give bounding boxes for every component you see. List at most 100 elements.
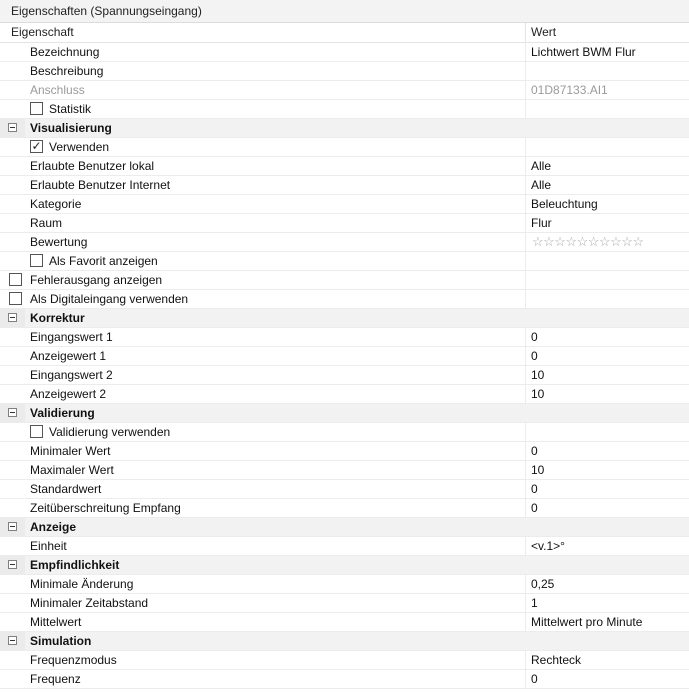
- property-grid-header: Eigenschaft Wert: [0, 23, 689, 43]
- property-value[interactable]: Lichtwert BWM Flur: [531, 43, 636, 61]
- property-value[interactable]: 0: [531, 499, 538, 517]
- property-row-anschluss: Anschluss 01D87133.AI1: [0, 81, 689, 100]
- property-value: 01D87133.AI1: [531, 83, 608, 97]
- digitaleingang-checkbox[interactable]: [9, 292, 22, 305]
- property-label: Frequenzmodus: [30, 653, 117, 667]
- property-label: Kategorie: [30, 197, 82, 211]
- property-label: Bewertung: [30, 235, 88, 249]
- property-value[interactable]: 0: [531, 347, 538, 365]
- collapse-icon[interactable]: [8, 123, 17, 132]
- property-row-frequenz[interactable]: Frequenz 0: [0, 670, 689, 689]
- property-value[interactable]: Alle: [531, 176, 551, 194]
- property-row-kategorie[interactable]: Kategorie Beleuchtung: [0, 195, 689, 214]
- property-value[interactable]: 10: [531, 385, 544, 403]
- collapse-icon[interactable]: [8, 522, 17, 531]
- property-row-anzeigewert1[interactable]: Anzeigewert 1 0: [0, 347, 689, 366]
- property-label: Zeitüberschreitung Empfang: [30, 501, 181, 515]
- category-visualisierung[interactable]: Visualisierung: [0, 119, 689, 138]
- favorit-checkbox[interactable]: [30, 254, 43, 267]
- property-row-anzeigewert2[interactable]: Anzeigewert 2 10: [0, 385, 689, 404]
- validierung-checkbox[interactable]: [30, 425, 43, 438]
- property-row-beschreibung[interactable]: Beschreibung: [0, 62, 689, 81]
- property-label: Eingangswert 2: [30, 368, 113, 382]
- property-label: Anzeigewert 2: [30, 387, 107, 401]
- property-value[interactable]: 0,25: [531, 575, 554, 593]
- category-simulation[interactable]: Simulation: [0, 632, 689, 651]
- property-row-minimaler-zeitabstand[interactable]: Minimaler Zeitabstand 1: [0, 594, 689, 613]
- statistik-checkbox[interactable]: [30, 102, 43, 115]
- property-row-minimaler-wert[interactable]: Minimaler Wert 0: [0, 442, 689, 461]
- panel-title: Eigenschaften (Spannungseingang): [0, 0, 689, 23]
- property-label: Anschluss: [30, 83, 85, 97]
- collapse-icon[interactable]: [8, 408, 17, 417]
- property-row-bezeichnung[interactable]: Bezeichnung Lichtwert BWM Flur: [0, 43, 689, 62]
- property-row-mittelwert[interactable]: Mittelwert Mittelwert pro Minute: [0, 613, 689, 632]
- rating-stars-icon[interactable]: ☆☆☆☆☆☆☆☆☆☆: [532, 233, 644, 251]
- category-label: Simulation: [30, 634, 92, 648]
- property-label: Bezeichnung: [30, 45, 100, 59]
- property-label: Frequenz: [30, 672, 81, 686]
- category-anzeige[interactable]: Anzeige: [0, 518, 689, 537]
- property-row-eingangswert1[interactable]: Eingangswert 1 0: [0, 328, 689, 347]
- property-row-benutzer-internet[interactable]: Erlaubte Benutzer Internet Alle: [0, 176, 689, 195]
- property-label: Erlaubte Benutzer lokal: [30, 159, 155, 173]
- property-row-minimale-aenderung[interactable]: Minimale Änderung 0,25: [0, 575, 689, 594]
- column-header-value[interactable]: Wert: [531, 23, 556, 42]
- property-label: Als Favorit anzeigen: [49, 254, 158, 268]
- verwenden-checkbox[interactable]: ✓: [30, 140, 43, 153]
- collapse-icon[interactable]: [8, 560, 17, 569]
- property-row-standardwert[interactable]: Standardwert 0: [0, 480, 689, 499]
- property-label: Mittelwert: [30, 615, 82, 629]
- property-label: Minimaler Wert: [30, 444, 111, 458]
- category-validierung[interactable]: Validierung: [0, 404, 689, 423]
- category-label: Anzeige: [30, 520, 77, 534]
- property-row-benutzer-lokal[interactable]: Erlaubte Benutzer lokal Alle: [0, 157, 689, 176]
- property-row-verwenden[interactable]: ✓ Verwenden: [0, 138, 689, 157]
- property-label: Validierung verwenden: [49, 425, 171, 439]
- fehlerausgang-checkbox[interactable]: [9, 273, 22, 286]
- property-label: Erlaubte Benutzer Internet: [30, 178, 171, 192]
- collapse-icon[interactable]: [8, 636, 17, 645]
- property-value[interactable]: 0: [531, 442, 538, 460]
- category-label: Korrektur: [30, 311, 85, 325]
- property-row-fehlerausgang[interactable]: Fehlerausgang anzeigen: [0, 271, 689, 290]
- property-label: Einheit: [30, 539, 67, 553]
- property-label: Eingangswert 1: [30, 330, 113, 344]
- property-row-raum[interactable]: Raum Flur: [0, 214, 689, 233]
- category-empfindlichkeit[interactable]: Empfindlichkeit: [0, 556, 689, 575]
- property-row-validierung-verwenden[interactable]: Validierung verwenden: [0, 423, 689, 442]
- property-label: Verwenden: [49, 140, 110, 154]
- property-value[interactable]: Beleuchtung: [531, 195, 598, 213]
- property-value[interactable]: 0: [531, 328, 538, 346]
- property-row-eingangswert2[interactable]: Eingangswert 2 10: [0, 366, 689, 385]
- property-value[interactable]: Mittelwert pro Minute: [531, 613, 642, 631]
- property-label: Standardwert: [30, 482, 102, 496]
- property-value[interactable]: Flur: [531, 214, 552, 232]
- property-value[interactable]: Alle: [531, 157, 551, 175]
- property-value[interactable]: Rechteck: [531, 651, 581, 669]
- property-row-digitaleingang[interactable]: Als Digitaleingang verwenden: [0, 290, 689, 309]
- category-korrektur[interactable]: Korrektur: [0, 309, 689, 328]
- property-value[interactable]: 1: [531, 594, 538, 612]
- collapse-icon[interactable]: [8, 313, 17, 322]
- property-label: Beschreibung: [30, 64, 104, 78]
- property-value[interactable]: <v.1>°: [531, 537, 565, 555]
- property-row-bewertung[interactable]: Bewertung ☆☆☆☆☆☆☆☆☆☆: [0, 233, 689, 252]
- property-label: Raum: [30, 216, 63, 230]
- property-row-zeitueberschreitung[interactable]: Zeitüberschreitung Empfang 0: [0, 499, 689, 518]
- property-row-favorit[interactable]: Als Favorit anzeigen: [0, 252, 689, 271]
- property-label: Anzeigewert 1: [30, 349, 107, 363]
- property-row-einheit[interactable]: Einheit <v.1>°: [0, 537, 689, 556]
- category-label: Visualisierung: [30, 121, 112, 135]
- column-header-property[interactable]: Eigenschaft: [11, 23, 74, 42]
- property-value[interactable]: 10: [531, 461, 544, 479]
- property-row-maximaler-wert[interactable]: Maximaler Wert 10: [0, 461, 689, 480]
- property-row-statistik[interactable]: Statistik: [0, 100, 689, 119]
- property-value[interactable]: 0: [531, 670, 538, 688]
- property-label: Maximaler Wert: [30, 463, 114, 477]
- property-value[interactable]: 10: [531, 366, 544, 384]
- property-row-frequenzmodus[interactable]: Frequenzmodus Rechteck: [0, 651, 689, 670]
- property-label: Fehlerausgang anzeigen: [30, 273, 163, 287]
- property-value[interactable]: 0: [531, 480, 538, 498]
- category-label: Empfindlichkeit: [30, 558, 120, 572]
